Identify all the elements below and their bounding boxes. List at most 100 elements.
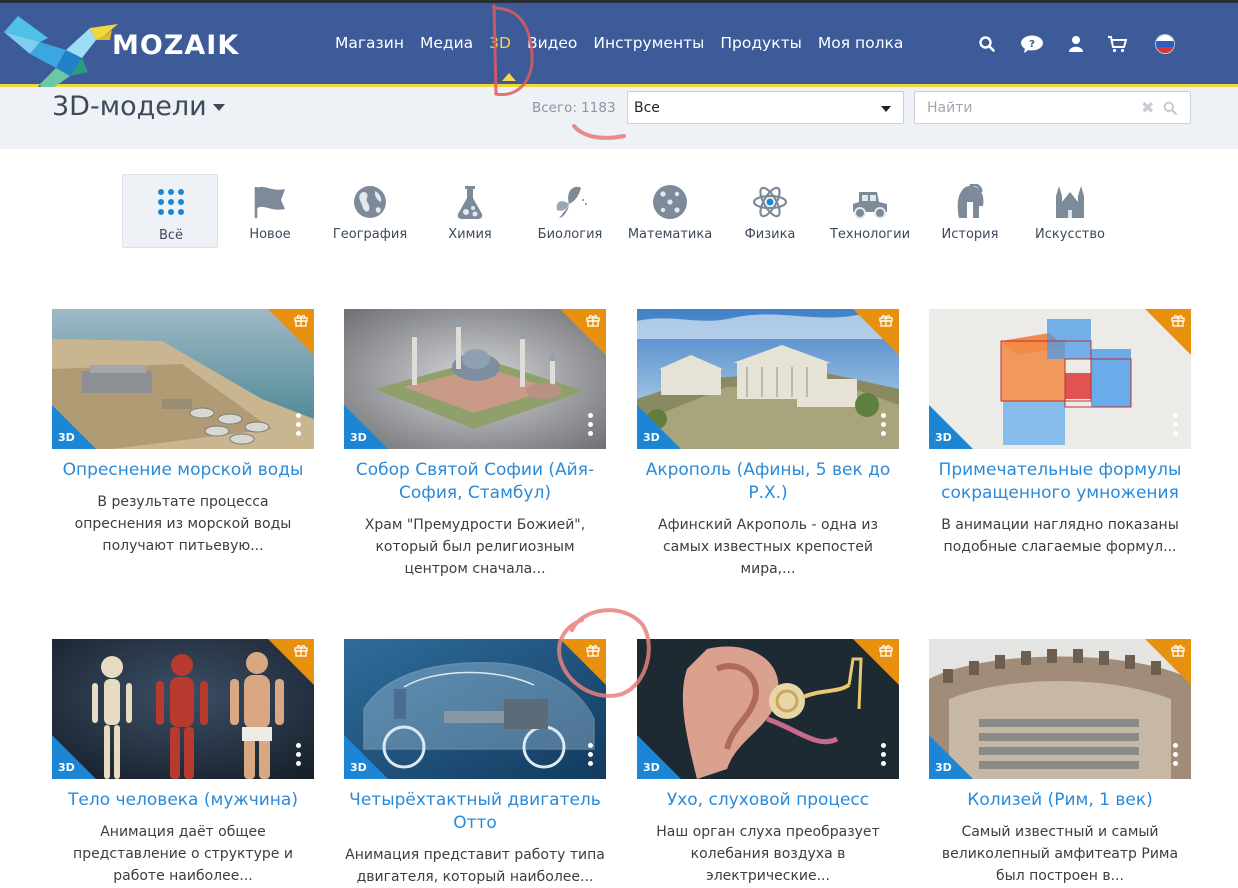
category-label: История — [941, 227, 999, 242]
gift-icon — [1171, 315, 1185, 327]
model-description: В результате процесса опреснения из морс… — [74, 494, 292, 554]
gift-icon — [879, 315, 893, 327]
model-thumbnail[interactable]: 3D — [52, 309, 314, 449]
nav-item-3d[interactable]: 3D — [489, 34, 511, 52]
3d-badge-label: 3D — [643, 761, 660, 774]
category-label: География — [332, 227, 408, 242]
category-label: Новое — [249, 227, 291, 242]
3d-badge-label: 3D — [58, 431, 75, 444]
3d-badge-label: 3D — [350, 431, 367, 444]
search-icon[interactable] — [1163, 101, 1177, 115]
category-geography[interactable]: География — [322, 174, 418, 248]
category-filter-select[interactable]: Все — [627, 91, 904, 124]
model-description: В анимации наглядно показаны подобные сл… — [941, 517, 1179, 555]
dice-icon — [653, 185, 687, 219]
model-title[interactable]: Колизей (Рим, 1 век) — [929, 789, 1191, 812]
more-menu-icon[interactable] — [881, 743, 887, 767]
category-biology[interactable]: Биология — [522, 174, 618, 248]
more-menu-icon[interactable] — [588, 413, 594, 437]
category-art[interactable]: Искусство — [1022, 174, 1118, 248]
more-menu-icon[interactable] — [881, 413, 887, 437]
helmet-icon — [957, 184, 984, 218]
model-description: Наш орган слуха преобразует колебания во… — [656, 824, 880, 884]
nav-item-products[interactable]: Продукты — [720, 34, 802, 52]
globe-icon — [354, 186, 386, 218]
category-chemistry[interactable]: Химия — [422, 174, 518, 248]
nav-item-my-shelf[interactable]: Моя полка — [818, 34, 904, 52]
model-thumbnail[interactable]: 3D — [637, 309, 899, 449]
category-label: Химия — [448, 227, 492, 242]
category-math[interactable]: Математика — [622, 174, 718, 248]
clear-icon[interactable]: ✖ — [1141, 98, 1154, 117]
butterfly-icon — [556, 186, 587, 218]
more-menu-icon[interactable] — [588, 743, 594, 767]
category-history[interactable]: История — [922, 174, 1018, 248]
user-icon[interactable] — [1067, 35, 1085, 53]
category-technology[interactable]: Технологии — [822, 174, 918, 248]
cart-icon[interactable] — [1107, 35, 1127, 53]
active-nav-indicator — [502, 73, 516, 81]
model-description: Самый известный и самый великолепный амф… — [941, 824, 1179, 884]
model-title[interactable]: Акрополь (Афины, 5 век до Р.Х.) — [637, 459, 899, 505]
search-box[interactable]: ✖ — [914, 91, 1191, 124]
category-new[interactable]: Новое — [222, 174, 318, 248]
nav-item-video[interactable]: Видео — [527, 34, 577, 52]
more-menu-icon[interactable] — [296, 743, 302, 767]
flag-icon — [254, 186, 285, 218]
model-thumbnail[interactable]: 3D — [344, 639, 606, 779]
atom-icon — [752, 186, 788, 218]
category-physics[interactable]: Физика — [722, 174, 818, 248]
model-thumbnail[interactable]: 3D — [929, 309, 1191, 449]
3d-badge-label: 3D — [935, 431, 952, 444]
mozaik-logo-text[interactable]: MOZAIK — [112, 30, 239, 61]
nav-item-shop[interactable]: Магазин — [335, 34, 404, 52]
3d-badge-label: 3D — [350, 761, 367, 774]
category-label: Математика — [627, 227, 713, 242]
more-menu-icon[interactable] — [1173, 413, 1179, 437]
gift-icon — [1171, 645, 1185, 657]
model-thumbnail[interactable]: 3D — [637, 639, 899, 779]
main-nav: Магазин Медиа 3D Видео Инструменты Продукты Мо… — [335, 33, 919, 57]
search-icon[interactable] — [978, 35, 996, 53]
category-label: Физика — [744, 227, 796, 242]
search-input[interactable] — [915, 92, 1135, 123]
grid-icon — [158, 189, 184, 215]
nav-item-tools[interactable]: Инструменты — [593, 34, 704, 52]
model-thumbnail[interactable]: 3D — [929, 639, 1191, 779]
category-label: Искусство — [1035, 227, 1105, 242]
3d-badge-label: 3D — [935, 761, 952, 774]
total-count: Всего: 1183 — [532, 100, 616, 116]
chevron-down-icon[interactable] — [213, 104, 225, 111]
church-icon — [1056, 186, 1084, 218]
gift-icon — [586, 645, 600, 657]
model-title[interactable]: Собор Святой Софии (Айя-София, Стамбул) — [344, 459, 606, 505]
model-title[interactable]: Ухо, слуховой процесс — [637, 789, 899, 812]
gift-icon — [879, 645, 893, 657]
model-description: Афинский Акрополь - одна из самых извест… — [658, 517, 878, 577]
gift-icon — [586, 315, 600, 327]
3d-badge-label: 3D — [58, 761, 75, 774]
svg-text:?: ? — [1029, 39, 1035, 50]
hummingbird-logo-icon[interactable] — [0, 6, 128, 98]
model-title[interactable]: Четырёхтактный двигатель Отто — [344, 789, 606, 835]
gift-icon — [294, 645, 308, 657]
page-title[interactable]: 3D-модели — [52, 91, 207, 122]
nav-item-media[interactable]: Медиа — [420, 34, 473, 52]
car-icon — [853, 192, 887, 219]
model-thumbnail[interactable]: 3D — [344, 309, 606, 449]
help-chat-icon[interactable]: ? — [1020, 35, 1044, 53]
category-label: Технологии — [829, 227, 911, 242]
model-title[interactable]: Опреснение морской воды — [52, 459, 314, 482]
3d-badge-label: 3D — [643, 431, 660, 444]
model-title[interactable]: Примечательные формулы сокращенного умно… — [929, 459, 1191, 505]
category-label: Биология — [537, 227, 603, 242]
flask-icon — [457, 186, 483, 219]
language-flag-icon[interactable] — [1155, 34, 1175, 54]
more-menu-icon[interactable] — [296, 413, 302, 437]
category-all[interactable]: Всё — [122, 174, 218, 248]
model-title[interactable]: Тело человека (мужчина) — [52, 789, 314, 812]
model-thumbnail[interactable]: 3D — [52, 639, 314, 779]
model-description: Храм "Премудрости Божией", который был р… — [364, 517, 586, 577]
select-value: Все — [634, 100, 660, 116]
more-menu-icon[interactable] — [1173, 743, 1179, 767]
